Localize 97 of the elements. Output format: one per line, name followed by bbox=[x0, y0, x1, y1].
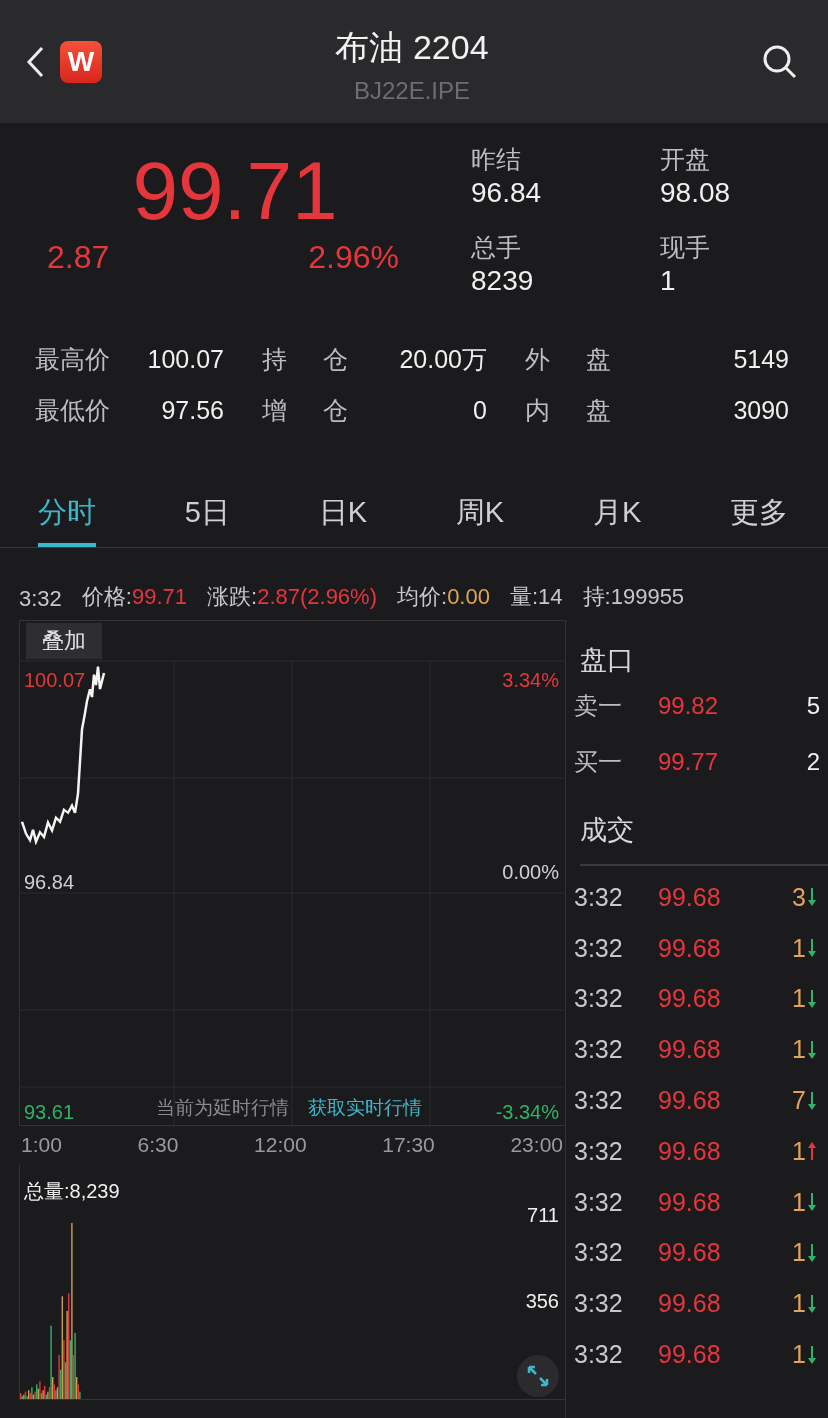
trade-quantity: 1 bbox=[791, 1340, 806, 1370]
time-label: 6:30 bbox=[137, 1133, 179, 1157]
search-icon[interactable] bbox=[762, 43, 798, 80]
stat-label: 持仓 bbox=[262, 344, 384, 375]
trade-price: 99.68 bbox=[658, 1086, 722, 1116]
trade-quantity: 1 bbox=[791, 1289, 806, 1319]
axis-label: 96.84 bbox=[24, 871, 75, 894]
realtime-link[interactable]: 获取实时行情 bbox=[308, 1095, 422, 1121]
trade-quantity: 7 bbox=[791, 1086, 806, 1116]
trade-time: 3:32 bbox=[574, 882, 624, 912]
trade-time: 3:32 bbox=[574, 1289, 624, 1319]
trade-quantity: 1 bbox=[791, 1035, 806, 1065]
level-label: 买一 bbox=[574, 747, 623, 777]
chart-tab[interactable]: 日K bbox=[318, 493, 367, 547]
price-change: 2.87 bbox=[47, 239, 110, 276]
axis-label: 100.07 bbox=[24, 669, 86, 692]
axis-label: 3.34% bbox=[502, 669, 559, 692]
quote-detail: 价格:99.71 bbox=[81, 583, 187, 611]
trade-quantity: 1 bbox=[791, 933, 806, 963]
stat-value: 97.56 bbox=[161, 396, 224, 425]
total-volume: 总量:8,239 bbox=[24, 1179, 120, 1204]
expand-icon bbox=[526, 1364, 550, 1388]
quote-detail: 持:199955 bbox=[582, 583, 685, 611]
stat-label: 最低价 bbox=[35, 395, 110, 426]
level-label: 卖一 bbox=[574, 691, 623, 721]
trade-time: 3:32 bbox=[574, 1340, 624, 1370]
time-label: 12:00 bbox=[254, 1133, 307, 1157]
stat-value: 5149 bbox=[733, 345, 789, 374]
field-value: 8239 bbox=[471, 264, 535, 298]
time-label: 1:00 bbox=[21, 1133, 62, 1157]
trade-time: 3:32 bbox=[574, 1238, 624, 1268]
trade-price: 99.68 bbox=[658, 882, 722, 912]
trade-quantity: 1 bbox=[791, 984, 806, 1014]
trade-price: 99.68 bbox=[658, 933, 722, 963]
chart-tab[interactable]: 5日 bbox=[184, 493, 230, 547]
trade-quantity: 1 bbox=[791, 1187, 806, 1217]
expand-button[interactable] bbox=[517, 1355, 559, 1397]
level-quantity: 5 bbox=[805, 692, 820, 720]
trade-price: 99.68 bbox=[658, 984, 722, 1014]
field-label: 开盘 bbox=[660, 144, 711, 175]
quote-detail: 3:32 bbox=[19, 586, 62, 612]
quote-detail: 均价:0.00 bbox=[397, 583, 490, 611]
chart-tab[interactable]: 周K bbox=[455, 493, 505, 547]
back-icon[interactable] bbox=[26, 45, 44, 78]
field-label: 现手 bbox=[660, 232, 711, 263]
field-value: 1 bbox=[660, 264, 677, 298]
delay-notice: 当前为延时行情 bbox=[156, 1096, 289, 1120]
chart-tab[interactable]: 月K bbox=[592, 493, 642, 547]
time-label: 23:00 bbox=[510, 1133, 563, 1157]
stat-value: 0 bbox=[473, 396, 487, 425]
chart-tab[interactable]: 更多 bbox=[730, 493, 788, 547]
field-label: 总手 bbox=[471, 232, 522, 263]
axis-label: 356 bbox=[525, 1290, 559, 1313]
trade-quantity: 3 bbox=[791, 882, 806, 912]
app-logo[interactable]: W bbox=[60, 40, 102, 83]
axis-label: -3.34% bbox=[495, 1101, 559, 1124]
level-price: 99.82 bbox=[658, 692, 720, 720]
contract-title: 布油 2204 bbox=[335, 26, 489, 68]
trade-time: 3:32 bbox=[574, 984, 624, 1014]
field-value: 98.08 bbox=[660, 176, 732, 210]
trade-quantity: 1 bbox=[791, 1136, 806, 1166]
trade-price: 99.68 bbox=[658, 1035, 722, 1065]
stat-value: 20.00万 bbox=[399, 344, 487, 375]
trade-price: 99.68 bbox=[658, 1289, 722, 1319]
field-label: 昨结 bbox=[471, 144, 522, 175]
stat-label: 增仓 bbox=[262, 395, 384, 426]
trade-price: 99.68 bbox=[658, 1238, 722, 1268]
level-quantity: 2 bbox=[805, 748, 820, 776]
quote-detail: 涨跌:2.87(2.96%) bbox=[207, 583, 377, 611]
axis-label: 0.00% bbox=[502, 861, 559, 884]
trade-time: 3:32 bbox=[574, 933, 624, 963]
trade-time: 3:32 bbox=[574, 1187, 624, 1217]
field-value: 96.84 bbox=[471, 176, 543, 210]
trade-time: 3:32 bbox=[574, 1086, 624, 1116]
trade-price: 99.68 bbox=[658, 1187, 722, 1217]
time-label: 17:30 bbox=[382, 1133, 435, 1157]
trade-price: 99.68 bbox=[658, 1340, 722, 1370]
overlay-button[interactable]: 叠加 bbox=[26, 623, 102, 659]
chart-tab[interactable]: 分时 bbox=[38, 493, 96, 547]
stat-label: 外盘 bbox=[525, 344, 647, 375]
contract-code: BJ22E.IPE bbox=[353, 76, 471, 105]
axis-label: 711 bbox=[527, 1204, 559, 1227]
last-price: 99.71 bbox=[132, 144, 338, 238]
stat-value: 3090 bbox=[733, 396, 789, 425]
trade-time: 3:32 bbox=[574, 1136, 624, 1166]
trade-quantity: 1 bbox=[791, 1238, 806, 1268]
stat-label: 最高价 bbox=[35, 344, 110, 375]
stat-label: 内盘 bbox=[525, 395, 647, 426]
trade-time: 3:32 bbox=[574, 1035, 624, 1065]
trade-price: 99.68 bbox=[658, 1136, 722, 1166]
percent-change: 2.96% bbox=[308, 239, 399, 276]
axis-label: 93.61 bbox=[24, 1101, 75, 1124]
trades-title: 成交 bbox=[579, 814, 635, 847]
quote-detail: 量:14 bbox=[509, 583, 563, 611]
stat-value: 100.07 bbox=[147, 345, 224, 374]
level-price: 99.77 bbox=[658, 748, 720, 776]
order-book-title: 盘口 bbox=[579, 644, 635, 677]
